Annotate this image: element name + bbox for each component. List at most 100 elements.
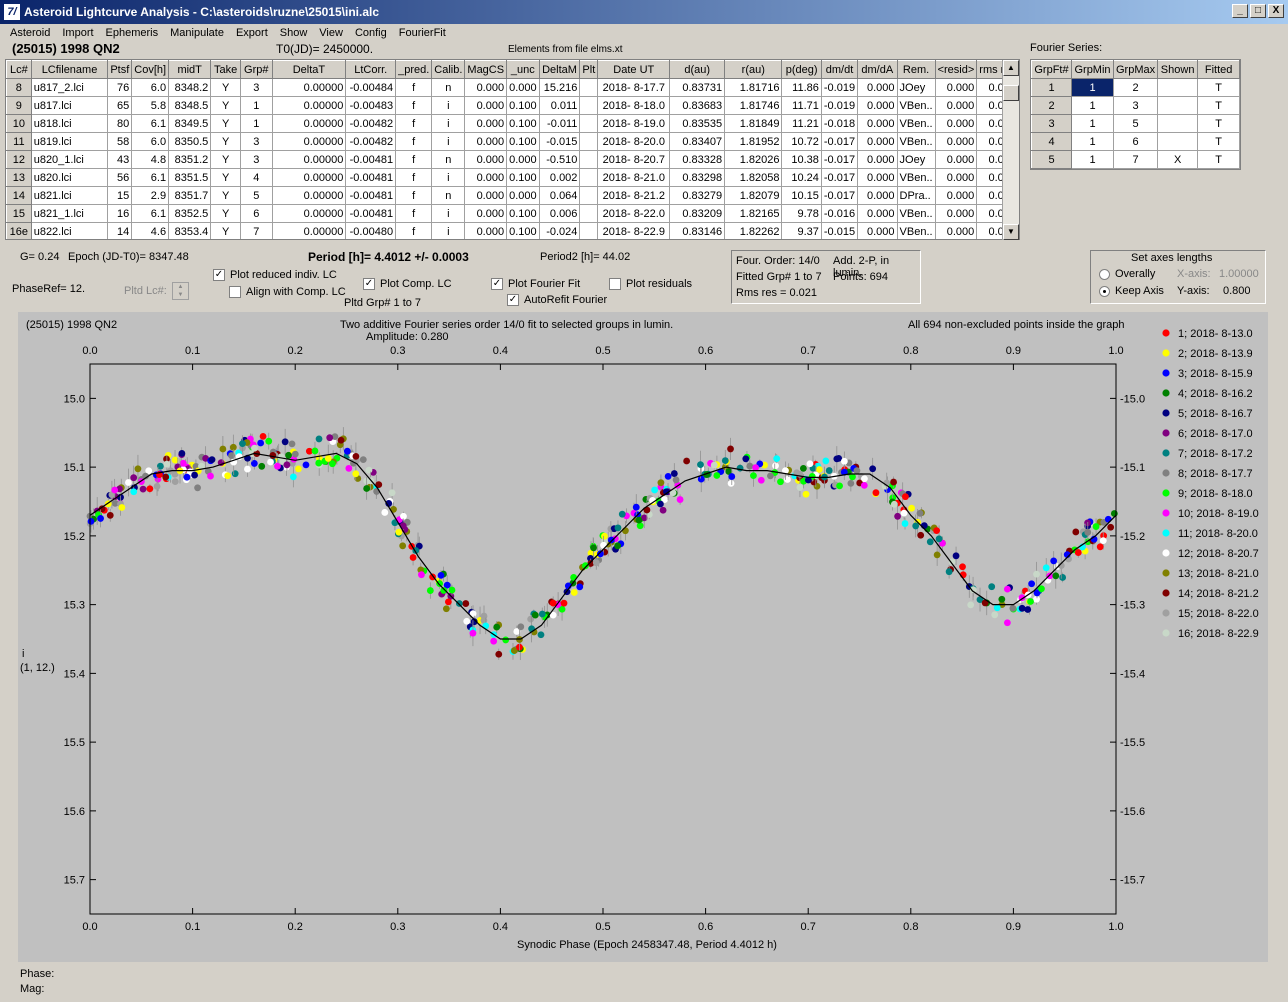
table-cell[interactable]: 0.000 [464,204,508,223]
table-cell[interactable]: -0.019 [820,78,859,97]
table-cell[interactable]: -0.017 [820,150,859,169]
lc-col-header[interactable]: LtCorr. [345,60,397,79]
table-cell[interactable]: 0.000 [464,132,508,151]
table-cell[interactable] [579,114,599,133]
table-cell[interactable]: 56 [107,168,133,187]
table-cell[interactable]: 0.100 [506,168,540,187]
menu-import[interactable]: Import [56,27,99,39]
table-cell[interactable]: 0.100 [506,222,540,239]
table-cell[interactable]: f [395,78,433,97]
table-cell[interactable] [1157,114,1199,133]
table-cell[interactable]: f [395,168,433,187]
table-row[interactable]: 16e u822.lci 14 4.6 8353.4 Y 7 0.00000 -0.00480 f… [6,222,1019,239]
table-cell[interactable]: 10.72 [781,132,822,151]
table-cell[interactable]: 10.15 [781,186,822,205]
table-cell[interactable]: Y [210,168,241,187]
table-cell[interactable]: 1.81849 [724,114,783,133]
table-cell[interactable]: Y [210,204,241,223]
table-cell[interactable]: 0.000 [464,150,508,169]
table-cell[interactable]: 15.216 [538,78,581,97]
row-number[interactable]: 8 [6,78,32,97]
table-cell[interactable]: 8352.5 [168,204,212,223]
table-cell[interactable]: 0.000 [934,132,978,151]
table-cell[interactable]: 43 [107,150,133,169]
table-cell[interactable]: 8353.4 [168,222,212,239]
table-cell[interactable]: Y [210,222,241,239]
table-cell[interactable]: 0.83535 [669,114,726,133]
table-cell[interactable]: 8351.7 [168,186,212,205]
table-cell[interactable]: 1.82165 [724,204,783,223]
menu-config[interactable]: Config [349,27,393,39]
table-cell[interactable]: u821.lci [30,186,109,205]
table-cell[interactable]: T [1197,132,1241,151]
table-cell[interactable]: 0.000 [506,78,540,97]
table-row[interactable]: 15 u821_1.lci 16 6.1 8352.5 Y 6 0.00000 -0.00481… [6,204,1019,223]
table-cell[interactable]: 80 [107,114,133,133]
table-cell[interactable]: 0.000 [934,78,978,97]
table-cell[interactable]: VBen.. [896,222,936,239]
row-number[interactable]: 15 [6,204,32,223]
table-cell[interactable]: 0.000 [464,186,508,205]
close-button[interactable]: X [1268,4,1284,18]
table-cell[interactable]: 0.00000 [271,96,347,115]
table-cell[interactable]: 0.100 [506,132,540,151]
table-cell[interactable]: 8348.5 [168,96,212,115]
plot-comp-checkbox[interactable]: ✓ Plot Comp. LC [363,278,452,291]
table-cell[interactable]: VBen.. [896,132,936,151]
fourier-col-header[interactable]: GrpFt# [1031,60,1072,79]
table-cell[interactable]: 0.00000 [271,78,347,97]
table-cell[interactable]: 4 [239,168,273,187]
table-cell[interactable]: 0.000 [464,168,508,187]
lc-col-header[interactable]: dm/dA [857,60,898,79]
table-cell[interactable]: 1 [1071,132,1114,151]
table-cell[interactable] [579,132,599,151]
table-cell[interactable]: 0.000 [857,186,898,205]
table-cell[interactable]: -0.016 [820,204,859,223]
fourier-col-header[interactable]: GrpMax [1112,60,1159,79]
table-cell[interactable]: -0.00481 [345,150,397,169]
lc-col-header[interactable]: d(au) [669,60,726,79]
lc-col-header[interactable]: MagCS [464,60,508,79]
table-cell[interactable]: f [395,114,433,133]
table-cell[interactable]: 1.82079 [724,186,783,205]
table-cell[interactable]: 2018- 8-19.0 [597,114,671,133]
plot-area[interactable]: 0.0 0.0 0.1 0.1 0.2 0.2 0.3 0.3 0.4 0.4 0.5 0.5 0.6 0… [18,312,1268,962]
table-cell[interactable]: VBen.. [896,96,936,115]
table-cell[interactable]: f [395,186,433,205]
table-cell[interactable] [579,96,599,115]
table-cell[interactable]: 0.000 [857,96,898,115]
table-cell[interactable]: n [431,150,466,169]
table-cell[interactable]: 0.000 [857,132,898,151]
table-cell[interactable]: f [395,150,433,169]
table-cell[interactable]: 7 [239,222,273,239]
table-cell[interactable]: 8350.5 [168,132,212,151]
table-cell[interactable]: VBen.. [896,168,936,187]
table-cell[interactable]: 2018- 8-20.0 [597,132,671,151]
table-cell[interactable]: -0.015 [538,132,581,151]
table-cell[interactable]: 8351.5 [168,168,212,187]
table-cell[interactable]: 0.83298 [669,168,726,187]
lc-col-header[interactable]: dm/dt [820,60,859,79]
table-cell[interactable]: JOey [896,78,936,97]
table-cell[interactable]: 0.00000 [271,150,347,169]
row-number[interactable]: 2 [1031,96,1072,115]
table-cell[interactable]: 3 [239,78,273,97]
table-cell[interactable]: 0.000 [934,168,978,187]
table-cell[interactable]: 3 [1112,96,1159,115]
table-cell[interactable] [579,186,599,205]
table-cell[interactable]: 4.6 [131,222,170,239]
table-cell[interactable]: u822.lci [30,222,109,239]
table-cell[interactable]: -0.018 [820,114,859,133]
table-cell[interactable]: X [1157,150,1199,169]
row-number[interactable]: 1 [1031,78,1072,97]
table-cell[interactable]: -0.00481 [345,204,397,223]
fourier-col-header[interactable]: GrpMin [1071,60,1114,79]
table-row[interactable]: 10 u818.lci 80 6.1 8349.5 Y 1 0.00000 -0.00482 f i… [6,114,1019,133]
table-cell[interactable]: 5 [239,186,273,205]
table-cell[interactable]: 6.1 [131,114,170,133]
table-cell[interactable]: n [431,78,466,97]
table-cell[interactable]: 0.00000 [271,204,347,223]
table-cell[interactable] [1157,96,1199,115]
table-cell[interactable]: 1 [1071,78,1114,97]
table-cell[interactable]: 0.100 [506,114,540,133]
